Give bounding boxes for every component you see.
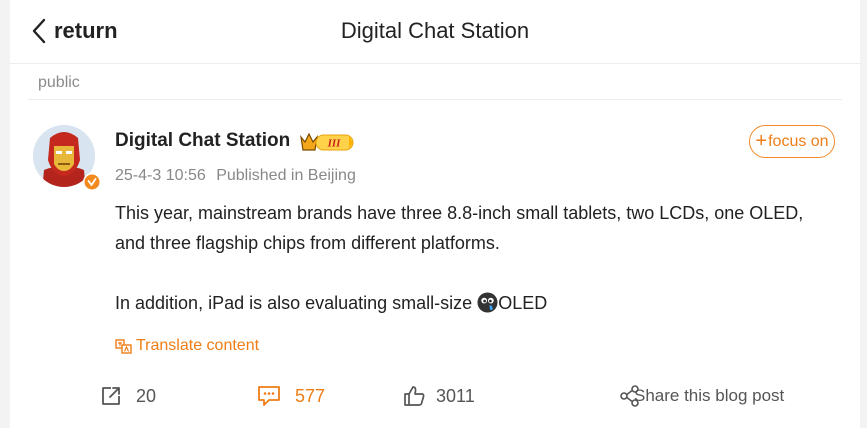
translate-icon: [115, 338, 132, 354]
like-icon: [404, 386, 425, 406]
post-detail-page: return Digital Chat Station public Digit…: [10, 0, 860, 428]
post-body: This year, mainstream brands have three …: [115, 198, 815, 318]
comment-button[interactable]: 577: [257, 380, 325, 412]
post-location: Published in Beijing: [216, 167, 356, 184]
post-meta: 25-4-3 10:56 Published in Beijing: [115, 167, 356, 185]
repost-count: 20: [136, 385, 157, 406]
top-bar: return Digital Chat Station: [10, 0, 860, 64]
share-label: Share this blog post: [634, 386, 785, 405]
share-button[interactable]: Share this blog post: [620, 380, 784, 412]
like-count: 3011: [436, 385, 475, 406]
action-bar: 20 577 3011 Share this blog post: [10, 380, 860, 412]
page-title: Digital Chat Station: [340, 18, 530, 43]
post-paragraph: This year, mainstream brands have three …: [115, 203, 804, 253]
repost-button[interactable]: 20: [100, 380, 156, 412]
svg-text:III: III: [327, 138, 342, 150]
crown-vip-badge[interactable]: III: [299, 130, 357, 154]
like-button[interactable]: 3011: [403, 380, 475, 412]
comment-count: 577: [295, 385, 326, 406]
post-paragraph: In addition, iPad is also evaluating sma…: [115, 288, 815, 318]
post-text: In addition, iPad is also evaluating sma…: [115, 293, 478, 313]
emoji-icon: [477, 292, 498, 313]
section-label: public: [38, 74, 80, 91]
plus-icon: +: [755, 130, 768, 152]
author-name[interactable]: Digital Chat Station: [115, 130, 290, 152]
avatar[interactable]: [32, 124, 101, 192]
repost-icon: [102, 387, 120, 405]
comment-icon: [258, 386, 280, 406]
post-date: 25-4-3 10:56: [115, 167, 206, 184]
follow-button[interactable]: +focus on: [749, 125, 835, 158]
translate-label: Translate content: [136, 337, 260, 354]
divider: [28, 99, 842, 100]
translate-button[interactable]: Translate content: [115, 337, 259, 355]
verified-badge-icon: [84, 174, 100, 190]
follow-label: focus on: [768, 133, 829, 150]
post-text: OLED: [498, 293, 548, 313]
